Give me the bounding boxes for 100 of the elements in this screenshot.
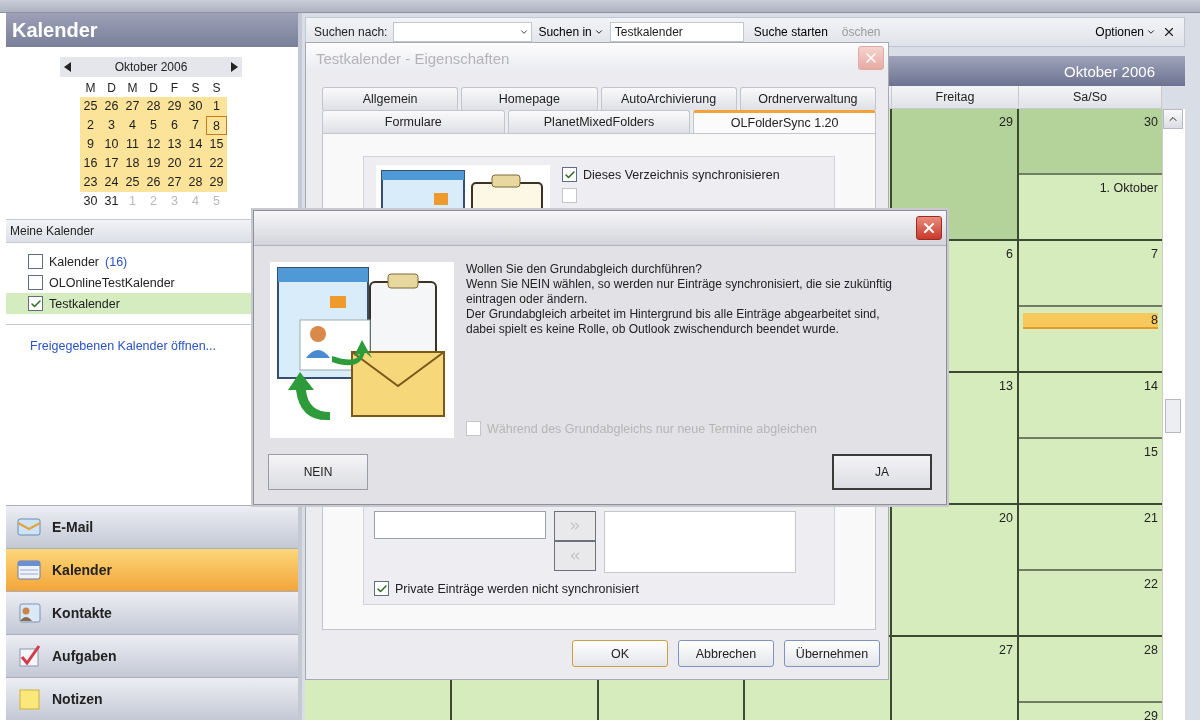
day-cell[interactable]: 5 xyxy=(143,116,164,135)
nav-button[interactable]: E-Mail xyxy=(6,505,298,548)
day-cell[interactable]: 29 xyxy=(206,173,227,192)
day-cell[interactable]: 26 xyxy=(143,173,164,192)
day-cell[interactable]: 17 xyxy=(101,154,122,173)
nav-button[interactable]: Notizen xyxy=(6,677,298,720)
day-cell[interactable]: 9 xyxy=(80,135,101,154)
tab[interactable]: Homepage xyxy=(461,87,598,110)
scrollbar[interactable] xyxy=(1162,109,1185,720)
date-label: 29 xyxy=(1144,709,1158,720)
close-button[interactable] xyxy=(916,216,942,240)
day-cell[interactable]: 28 xyxy=(143,97,164,116)
day-cell[interactable]: 30 xyxy=(185,97,206,116)
dialog-button[interactable]: JA xyxy=(832,454,932,490)
open-shared-calendar-link[interactable]: Freigegebenen Kalender öffnen... xyxy=(30,339,217,353)
scroll-up-button[interactable] xyxy=(1163,109,1183,129)
caret-icon xyxy=(1146,27,1156,37)
search-start-button[interactable]: Suche starten xyxy=(749,25,832,39)
day-cell[interactable]: 25 xyxy=(80,97,101,116)
day-cell[interactable]: 31 xyxy=(101,192,122,211)
tab[interactable]: Allgemein xyxy=(322,87,459,110)
day-cell[interactable]: 11 xyxy=(122,135,143,154)
dialog-button[interactable]: OK xyxy=(572,640,668,667)
input-field[interactable] xyxy=(374,511,546,539)
checkbox-label: Private Einträge werden nicht synchronisiert xyxy=(395,581,639,596)
previous-icon[interactable] xyxy=(64,62,72,72)
checkbox[interactable] xyxy=(374,581,389,596)
tab[interactable]: AutoArchivierung xyxy=(600,87,737,110)
move-left-button[interactable] xyxy=(554,541,596,571)
search-field[interactable] xyxy=(393,22,533,42)
weekday-label: D xyxy=(148,80,159,97)
weekday-label: S xyxy=(211,80,222,97)
day-cell[interactable]: 21 xyxy=(185,154,206,173)
day-cell[interactable]: 8 xyxy=(206,116,227,135)
weekday-label: D xyxy=(106,80,117,97)
close-icon[interactable] xyxy=(1162,25,1176,39)
nav-button[interactable]: Kontakte xyxy=(6,591,298,634)
day-cell[interactable]: 19 xyxy=(143,154,164,173)
day-cell[interactable]: 30 xyxy=(80,192,101,211)
dialog-button[interactable]: Abbrechen xyxy=(678,640,774,667)
nav-button[interactable]: Aufgaben xyxy=(6,634,298,677)
day-cell[interactable]: 13 xyxy=(164,135,185,154)
day-cell[interactable]: 12 xyxy=(143,135,164,154)
day-cell[interactable]: 27 xyxy=(164,173,185,192)
day-cell[interactable]: 2 xyxy=(80,116,101,135)
day-cell[interactable]: 28 xyxy=(185,173,206,192)
tab[interactable]: Formulare xyxy=(322,110,505,133)
day-cell[interactable]: 20 xyxy=(164,154,185,173)
calendar-name: OLOnlineTestKalender xyxy=(49,275,175,290)
checkbox[interactable] xyxy=(28,254,43,269)
move-right-button[interactable] xyxy=(554,511,596,541)
date-label: 20 xyxy=(999,511,1013,525)
date-label: 29 xyxy=(999,115,1013,129)
calendar-list-item[interactable]: OLOnlineTestKalender xyxy=(6,272,298,293)
date-label: 7 xyxy=(1151,247,1158,261)
nav-button[interactable]: Kalender xyxy=(6,548,298,591)
message-text: Wollen Sie den Grundabgleich durchführen? Wenn Sie NEIN wählen, so werden nur Einträge synchronisiert, die sie zukünftig eintragen oder ändern. Der Grundabgleich arbeitet im Hintergrund bis alle Einträge abgearbeitet sind, dabei spielt es keine Rolle, ob Outlook zwischendurch beendet wurde. xyxy=(466,262,893,337)
day-cell[interactable]: 14 xyxy=(185,135,206,154)
day-cell[interactable]: 23 xyxy=(80,173,101,192)
contact-card-icon xyxy=(16,601,42,625)
checkbox[interactable] xyxy=(562,167,577,182)
month-label: Oktober 2006 xyxy=(114,60,188,74)
day-cell[interactable]: 25 xyxy=(122,173,143,192)
weekday-label: M xyxy=(126,80,139,97)
day-cell[interactable]: 20 xyxy=(892,505,1019,637)
tab[interactable]: PlanetMixedFolders xyxy=(507,110,691,133)
scroll-thumb[interactable] xyxy=(1165,399,1181,433)
day-cell[interactable]: 10 xyxy=(101,135,122,154)
day-cell[interactable]: 15 xyxy=(206,135,227,154)
scope-field[interactable]: Testkalender xyxy=(609,22,744,42)
day-cell[interactable]: 18 xyxy=(122,154,143,173)
calendar-list-item[interactable]: Kalender (16) xyxy=(6,251,298,272)
day-cell[interactable]: 3 xyxy=(101,116,122,135)
day-cell[interactable]: 29 xyxy=(164,97,185,116)
calendar-name: Testkalender xyxy=(49,296,120,311)
caret-icon xyxy=(593,27,604,37)
day-cell[interactable]: 27 xyxy=(122,97,143,116)
day-cell[interactable]: 24 xyxy=(101,173,122,192)
date-label: 14 xyxy=(1144,379,1158,393)
checkbox[interactable] xyxy=(28,296,43,311)
search-in-dropdown[interactable]: Suchen in xyxy=(538,25,604,39)
tab[interactable]: OLFolderSync 1.20 xyxy=(693,110,876,133)
dialog-button[interactable]: Übernehmen xyxy=(784,640,880,667)
day-cell[interactable]: 22 xyxy=(206,154,227,173)
date-label: 8 xyxy=(1023,313,1158,329)
tab[interactable]: Ordnerverwaltung xyxy=(739,87,876,110)
day-cell[interactable]: 30 xyxy=(1019,109,1162,175)
day-cell[interactable]: 1 xyxy=(206,97,227,116)
checkbox[interactable] xyxy=(28,275,43,290)
day-cell[interactable]: 26 xyxy=(101,97,122,116)
list-field[interactable] xyxy=(604,511,796,573)
next-icon[interactable] xyxy=(230,62,238,72)
day-cell[interactable]: 4 xyxy=(122,116,143,135)
options-dropdown[interactable]: Optionen xyxy=(1095,25,1156,39)
pane-title: Kalender xyxy=(6,13,298,47)
dialog-button[interactable]: NEIN xyxy=(268,454,368,490)
day-cell[interactable]: 16 xyxy=(80,154,101,173)
date-label: 27 xyxy=(999,643,1013,657)
day-cell[interactable]: 6 xyxy=(164,116,185,135)
day-cell[interactable]: 7 xyxy=(185,116,206,135)
